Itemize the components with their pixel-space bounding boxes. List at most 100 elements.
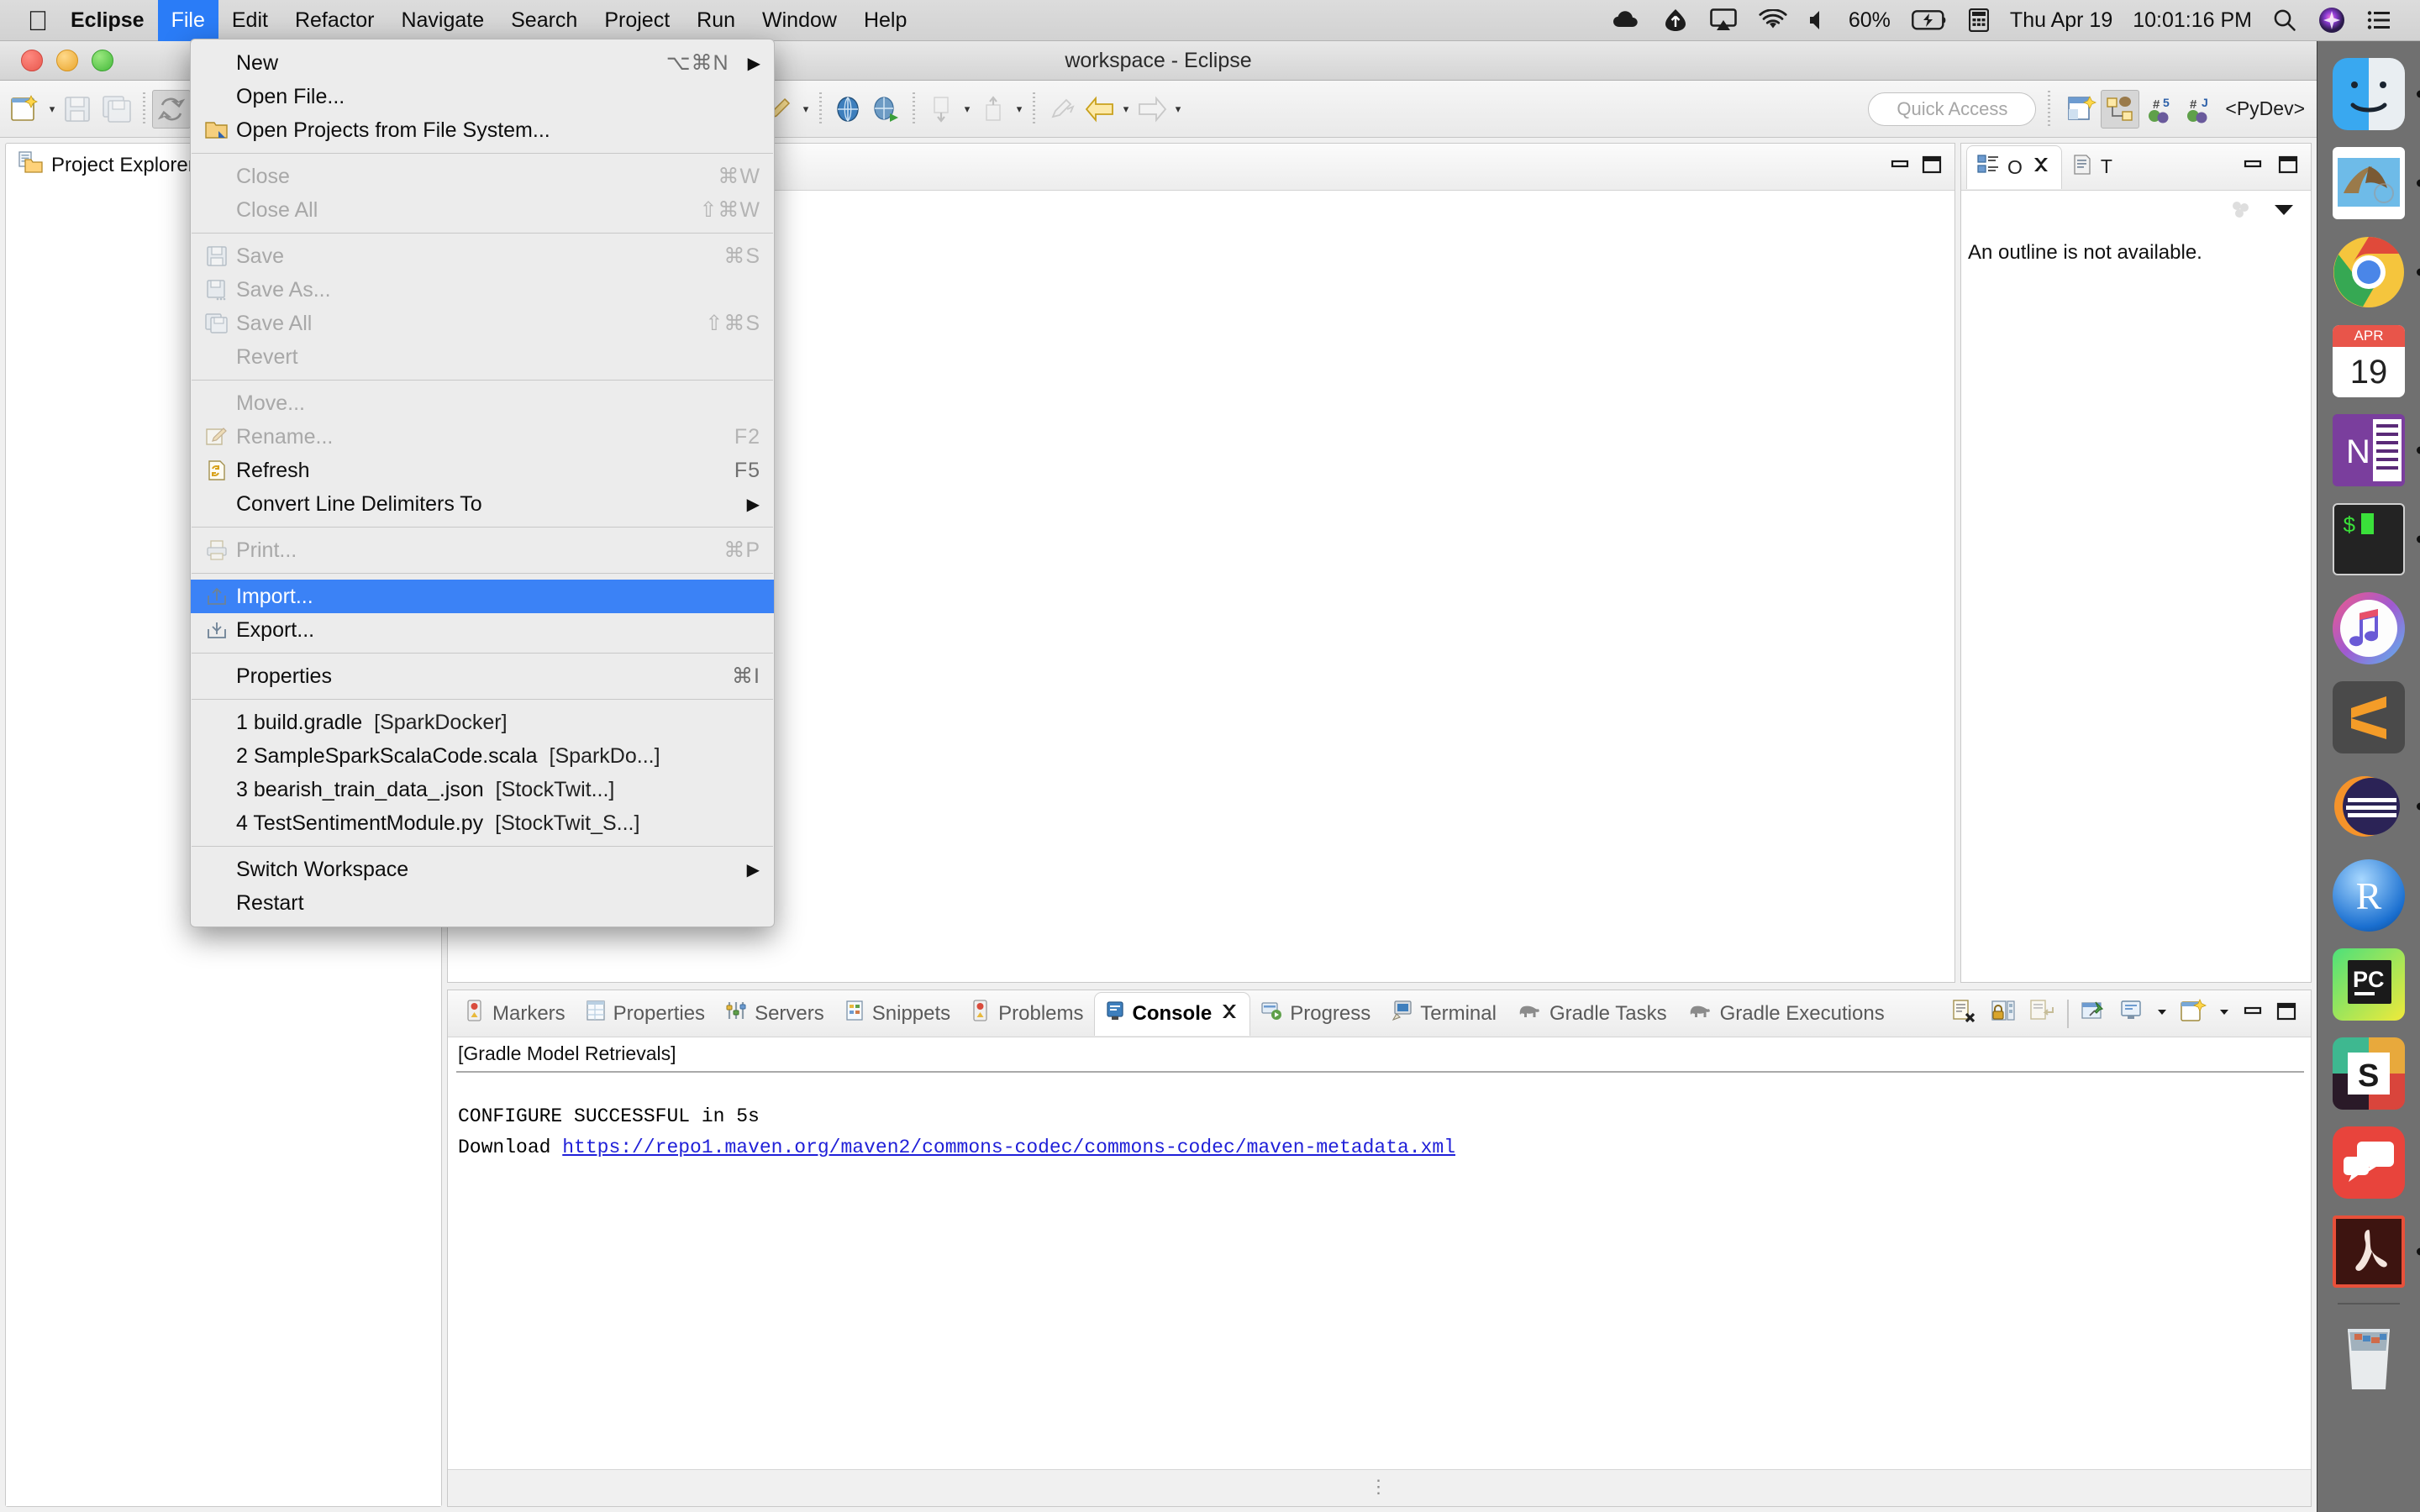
pydev-perspective-icon[interactable] — [2101, 90, 2139, 129]
new-wizard-dropdown-icon[interactable]: ▾ — [45, 91, 59, 128]
menu-item-recent-file-2[interactable]: 2 SampleSparkScalaCode.scala [SparkDo...… — [191, 739, 774, 773]
tab-console[interactable]: Console — [1094, 992, 1251, 1036]
next-annotation-dropdown-icon[interactable]: ▾ — [960, 91, 974, 128]
quick-access-input[interactable]: Quick Access — [1868, 92, 2036, 126]
tab-terminal[interactable]: Terminal — [1381, 992, 1507, 1036]
menu-item-recent-file-3[interactable]: 3 bearish_train_data_.json [StockTwit...… — [191, 773, 774, 806]
open-console-dropdown-icon[interactable] — [2218, 1000, 2230, 1027]
open-perspective-icon[interactable] — [2062, 90, 2101, 129]
menu-item-restart[interactable]: Restart — [191, 886, 774, 920]
tab-outline[interactable]: O — [1966, 145, 2062, 189]
menu-help[interactable]: Help — [850, 0, 920, 41]
new-module-dropdown-icon[interactable]: ▾ — [799, 91, 813, 128]
menu-bar-time[interactable]: 10:01:16 PM — [2133, 8, 2252, 33]
save-all-icon[interactable] — [97, 90, 136, 129]
menu-item-refresh[interactable]: Refresh F5 — [191, 454, 774, 487]
new-wizard-icon[interactable] — [7, 90, 45, 129]
next-annotation-icon[interactable] — [922, 90, 960, 129]
cloud-upload-icon[interactable] — [1663, 8, 1688, 32]
dock-item-finder[interactable] — [2328, 54, 2409, 134]
display-selected-console-icon[interactable] — [2119, 1000, 2144, 1027]
dock-item-onenote[interactable]: N — [2328, 410, 2409, 491]
dock-item-itunes[interactable] — [2328, 588, 2409, 669]
forward-icon[interactable] — [1133, 90, 1171, 129]
siri-icon[interactable] — [2318, 7, 2345, 34]
tab-markers[interactable]: Markers — [455, 992, 576, 1036]
back-icon[interactable] — [1081, 90, 1119, 129]
dock-item-mail[interactable] — [2328, 143, 2409, 223]
maximize-icon[interactable] — [1921, 155, 1943, 179]
forward-dropdown-icon[interactable]: ▾ — [1171, 91, 1185, 128]
dock-item-messages[interactable] — [2328, 1122, 2409, 1203]
menu-item-export[interactable]: Export... — [191, 613, 774, 647]
last-edit-location-icon[interactable] — [1042, 90, 1081, 129]
menu-item-open-projects-from-file-system[interactable]: Open Projects from File System... — [191, 113, 774, 147]
dock-item-pycharm[interactable]: PC — [2328, 944, 2409, 1025]
clear-console-icon[interactable] — [1951, 999, 1978, 1028]
tab-problems[interactable]: Problems — [960, 992, 1093, 1036]
volume-icon[interactable] — [1809, 9, 1828, 31]
tab-gradle-executions[interactable]: Gradle Executions — [1677, 992, 1895, 1036]
tab-gradle-tasks[interactable]: Gradle Tasks — [1507, 992, 1677, 1036]
perspective-label[interactable]: <PyDev> — [2225, 97, 2305, 120]
open-console-icon[interactable] — [2180, 999, 2207, 1028]
maximize-icon[interactable] — [2275, 1001, 2297, 1026]
previous-annotation-dropdown-icon[interactable]: ▾ — [1013, 91, 1026, 128]
outline-filter-icon[interactable] — [2228, 199, 2254, 225]
airplay-icon[interactable] — [1710, 8, 1737, 32]
menu-edit[interactable]: Edit — [218, 0, 281, 41]
minimize-icon[interactable] — [1889, 155, 1911, 178]
resize-grip[interactable]: ⋮ — [1370, 1476, 1390, 1498]
console-output[interactable]: [Gradle Model Retrievals] CONFIGURE SUCC… — [448, 1037, 2311, 1506]
tab-task-list[interactable]: T — [2062, 145, 2123, 189]
scroll-lock-icon[interactable] — [1990, 999, 2017, 1028]
menu-item-properties[interactable]: Properties ⌘I — [191, 659, 774, 693]
tab-project-explorer[interactable]: Project Explorer — [6, 144, 208, 187]
notification-center-icon[interactable] — [2367, 10, 2391, 30]
maximize-icon[interactable] — [2277, 155, 2299, 179]
cloud-icon[interactable] — [1612, 9, 1641, 31]
menu-item-recent-file-4[interactable]: 4 TestSentimentModule.py [StockTwit_S...… — [191, 806, 774, 840]
apple-menu-icon[interactable]:  — [24, 3, 52, 37]
dock-item-trash[interactable] — [2328, 1314, 2409, 1394]
run-web-icon[interactable] — [867, 90, 906, 129]
menu-item-import[interactable]: Import... — [191, 580, 774, 613]
dock-item-acrobat[interactable] — [2328, 1211, 2409, 1292]
menu-item-recent-file-1[interactable]: 1 build.gradle [SparkDocker] — [191, 706, 774, 739]
close-icon[interactable] — [1219, 1002, 1239, 1026]
menu-search[interactable]: Search — [497, 0, 591, 41]
menu-navigate[interactable]: Navigate — [387, 0, 497, 41]
open-console-dropdown-icon[interactable] — [2156, 1000, 2168, 1027]
dock-item-terminal[interactable]: $ — [2328, 499, 2409, 580]
dock-item-chrome[interactable] — [2328, 232, 2409, 312]
menu-refactor[interactable]: Refactor — [281, 0, 387, 41]
menu-window[interactable]: Window — [749, 0, 850, 41]
menu-file[interactable]: File — [158, 0, 218, 41]
menu-item-switch-workspace[interactable]: Switch Workspace ▶ — [191, 853, 774, 886]
refresh-icon[interactable] — [152, 90, 191, 129]
open-browser-icon[interactable] — [829, 90, 867, 129]
dock-item-sublime-text[interactable] — [2328, 677, 2409, 758]
word-wrap-icon[interactable] — [2028, 999, 2055, 1028]
dock-item-slack[interactable]: S — [2328, 1033, 2409, 1114]
tab-snippets[interactable]: Snippets — [834, 992, 960, 1036]
pydev-package-explorer-icon[interactable]: #5 — [2139, 90, 2178, 129]
menu-project[interactable]: Project — [591, 0, 683, 41]
dock-item-rstudio[interactable]: R — [2328, 855, 2409, 936]
minimize-icon[interactable] — [2242, 1002, 2264, 1025]
battery-charging-icon[interactable] — [1912, 10, 1947, 30]
tab-progress[interactable]: Progress — [1250, 992, 1381, 1036]
dock-item-calendar[interactable]: APR 19 — [2328, 321, 2409, 402]
calculator-icon[interactable] — [1969, 8, 1989, 32]
menu-item-new[interactable]: New ⌥⌘N ▶ — [191, 46, 774, 80]
back-dropdown-icon[interactable]: ▾ — [1119, 91, 1133, 128]
menu-item-open-file[interactable]: Open File... — [191, 80, 774, 113]
menu-bar-date[interactable]: Thu Apr 19 — [2010, 8, 2112, 33]
maven-metadata-link[interactable]: https://repo1.maven.org/maven2/commons-c… — [562, 1137, 1455, 1158]
previous-annotation-icon[interactable] — [974, 90, 1013, 129]
wifi-icon[interactable] — [1759, 9, 1787, 31]
save-icon[interactable] — [59, 90, 97, 129]
menu-item-convert-line-delimiters-to[interactable]: Convert Line Delimiters To ▶ — [191, 487, 774, 521]
tab-servers[interactable]: Servers — [715, 992, 834, 1036]
minimize-icon[interactable] — [2242, 155, 2264, 178]
